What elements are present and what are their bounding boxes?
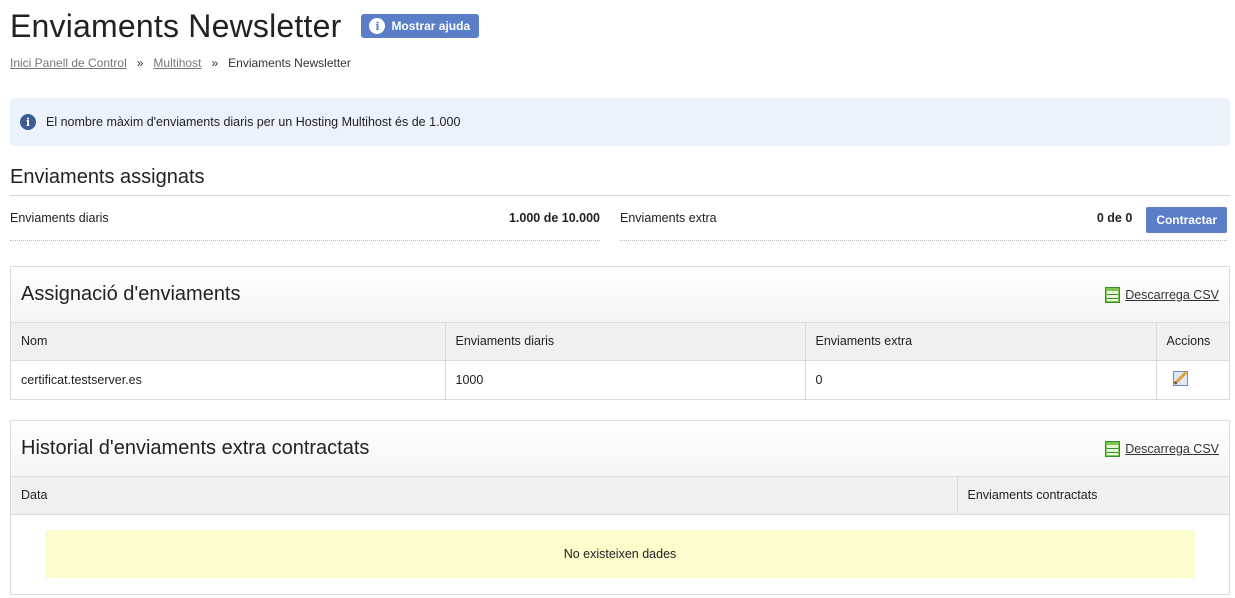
download-csv-link[interactable]: Descarrega CSV <box>1105 286 1219 303</box>
table-header-row: Nom Enviaments diaris Enviaments extra A… <box>11 323 1229 361</box>
info-icon: i <box>369 18 386 34</box>
table-row: certificat.testserver.es 1000 0 <box>11 360 1229 399</box>
table-header-row: Data Enviaments contractats <box>11 477 1229 515</box>
download-csv-label: Descarrega CSV <box>1125 441 1219 456</box>
row-name: certificat.testserver.es <box>11 360 446 399</box>
history-panel-header: Historial d'enviaments extra contractats… <box>11 421 1229 477</box>
breadcrumb-home-link[interactable]: Inici Panell de Control <box>10 56 127 70</box>
daily-sends-label: Enviaments diaris <box>10 211 109 225</box>
row-daily: 1000 <box>445 360 806 399</box>
extra-sends-label: Enviaments extra <box>620 211 717 225</box>
history-table: Data Enviaments contractats <box>11 477 1229 515</box>
column-header-actions: Accions <box>1156 323 1229 361</box>
page-title: Enviaments Newsletter <box>10 8 342 44</box>
assigned-section-title: Enviaments assignats <box>10 166 205 188</box>
row-extra: 0 <box>805 360 1157 399</box>
assignment-panel-header: Assignació d'enviaments Descarrega CSV <box>11 267 1229 323</box>
show-help-button[interactable]: i Mostrar ajuda <box>361 14 480 38</box>
breadcrumb-multihost-link[interactable]: Multihost <box>153 56 201 70</box>
history-panel-title: Historial d'enviaments extra contractats <box>21 437 370 459</box>
daily-sends-value: 1.000 de 10.000 <box>508 211 600 225</box>
spreadsheet-icon <box>1105 440 1121 457</box>
download-csv-label: Descarrega CSV <box>1125 287 1219 302</box>
spreadsheet-icon <box>1105 286 1121 303</box>
info-message-box: i El nombre màxim d'enviaments diaris pe… <box>10 98 1230 146</box>
breadcrumb-separator: » <box>136 56 144 70</box>
breadcrumb-current: Enviaments Newsletter <box>228 56 351 70</box>
contract-button[interactable]: Contractar <box>1146 207 1227 233</box>
title-row: Enviaments Newsletter i Mostrar ajuda <box>10 6 480 46</box>
assignment-panel-title: Assignació d'enviaments <box>21 283 241 305</box>
edit-icon[interactable] <box>1172 370 1188 386</box>
info-icon: i <box>20 114 36 130</box>
column-header-extra[interactable]: Enviaments extra <box>805 323 1157 361</box>
download-csv-link[interactable]: Descarrega CSV <box>1105 440 1219 457</box>
extra-sends-value: 0 de 0 <box>1096 211 1133 225</box>
extra-sends-stat: Enviaments extra 0 de 0 Contractar <box>620 204 1227 241</box>
daily-sends-stat: Enviaments diaris 1.000 de 10.000 <box>10 204 600 241</box>
column-header-daily[interactable]: Enviaments diaris <box>445 323 806 361</box>
breadcrumb: Inici Panell de Control » Multihost » En… <box>10 56 351 70</box>
column-header-date[interactable]: Data <box>11 477 958 515</box>
history-panel: Historial d'enviaments extra contractats… <box>10 420 1230 595</box>
column-header-name[interactable]: Nom <box>11 323 446 361</box>
column-header-contracted[interactable]: Enviaments contractats <box>957 477 1229 515</box>
breadcrumb-separator: » <box>211 56 219 70</box>
assignment-table: Nom Enviaments diaris Enviaments extra A… <box>11 323 1229 399</box>
assignment-panel: Assignació d'enviaments Descarrega CSV N… <box>10 266 1230 400</box>
show-help-label: Mostrar ajuda <box>391 19 471 33</box>
section-divider <box>10 195 1230 196</box>
row-actions <box>1156 360 1229 399</box>
empty-state-message: No existeixen dades <box>45 529 1195 578</box>
info-message-text: El nombre màxim d'enviaments diaris per … <box>46 115 461 129</box>
